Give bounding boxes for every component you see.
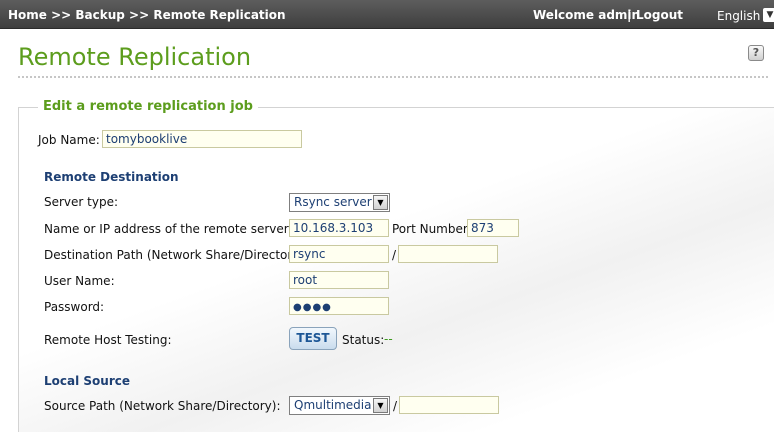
source-dir-input[interactable] <box>399 396 499 414</box>
path-separator: / <box>392 248 397 262</box>
breadcrumb[interactable]: Home >> Backup >> Remote Replication <box>8 8 286 22</box>
port-input[interactable]: 873 <box>467 219 519 237</box>
top-bar: Home >> Backup >> Remote Replication Wel… <box>0 0 774 29</box>
status-value: -- <box>384 332 393 346</box>
remote-host-testing-label: Remote Host Testing: <box>44 333 172 347</box>
chevron-down-icon[interactable]: ▼ <box>763 8 774 22</box>
source-share-value: Qmultimedia <box>294 398 372 412</box>
server-type-label: Server type: <box>44 195 119 209</box>
password-input[interactable]: ●●●● <box>289 297 389 315</box>
remote-destination-heading: Remote Destination <box>44 170 179 184</box>
status-label: Status: <box>342 333 385 347</box>
job-name-input[interactable]: tomybooklive <box>102 130 302 148</box>
source-path-label: Source Path (Network Share/Directory): <box>44 399 281 413</box>
destination-path-label: Destination Path (Network Share/Director… <box>44 248 309 262</box>
page-title: Remote Replication <box>18 43 252 71</box>
edit-job-fieldset <box>18 107 774 432</box>
remote-server-input[interactable]: 10.168.3.103 <box>289 219 389 237</box>
separator: | <box>627 8 632 22</box>
server-type-value: Rsync server <box>294 195 372 209</box>
test-button[interactable]: TEST <box>289 327 337 350</box>
user-name-input[interactable]: root <box>289 271 389 289</box>
welcome-text: Welcome admin <box>533 8 641 22</box>
destination-share-input[interactable]: rsync <box>289 245 389 263</box>
language-selector[interactable]: English <box>717 9 760 23</box>
job-name-label: Job Name: <box>38 133 100 147</box>
help-icon[interactable]: ? <box>748 45 764 61</box>
source-path-separator: / <box>393 399 398 413</box>
local-source-heading: Local Source <box>44 374 130 388</box>
remote-server-label: Name or IP address of the remote server: <box>44 222 293 236</box>
logout-link[interactable]: Logout <box>636 8 683 22</box>
password-mask: ●●●● <box>293 302 332 313</box>
source-share-select[interactable]: Qmultimedia ▼ <box>289 396 390 415</box>
chevron-down-icon[interactable]: ▼ <box>373 398 388 413</box>
password-label: Password: <box>44 300 105 314</box>
divider <box>18 76 768 78</box>
user-name-label: User Name: <box>44 274 115 288</box>
chevron-down-icon[interactable]: ▼ <box>373 195 388 210</box>
port-label: Port Number: <box>392 222 472 236</box>
server-type-select[interactable]: Rsync server ▼ <box>289 193 390 212</box>
destination-dir-input[interactable] <box>398 245 498 263</box>
fieldset-legend: Edit a remote replication job <box>38 99 258 114</box>
